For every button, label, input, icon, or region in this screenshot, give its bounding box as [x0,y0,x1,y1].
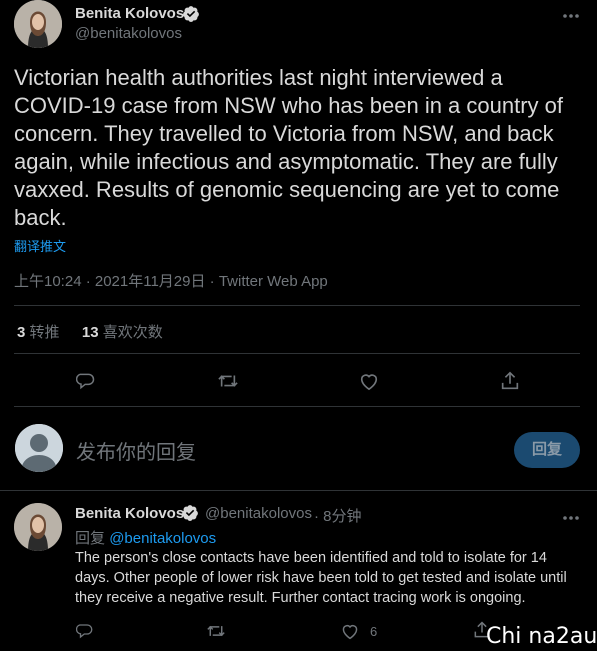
more-icon[interactable] [562,510,580,521]
heart-icon[interactable] [358,371,380,391]
retweets-count: 3 [17,324,26,341]
reply-icon[interactable] [76,622,94,640]
likes-stat[interactable]: 13 喜欢次数 [82,324,163,341]
share-icon[interactable] [499,370,521,392]
reply-author-handle[interactable]: @benitakolovos [205,505,312,522]
replying-to: 回复 @benitakolovos [75,527,216,548]
translate-tweet-link[interactable]: 翻译推文 [14,236,66,255]
reply-time[interactable]: · 8分钟 [314,505,362,526]
tweet-stats: 3 转推 13 喜欢次数 [17,321,163,342]
divider [14,305,580,306]
verified-badge-icon [182,5,200,23]
reply-author-name[interactable]: Benita Kolovos [75,505,184,522]
tweet-text: Victorian health authorities last night … [14,65,564,230]
author-handle[interactable]: @benitakolovos [75,25,182,42]
divider [14,353,580,354]
tweet-timestamp[interactable]: 上午10:24 · 2021年11月29日 · Twitter Web App [14,270,328,291]
reply-like-count: 6 [370,624,378,639]
retweet-icon[interactable] [206,622,226,640]
divider [0,490,597,491]
reply-button[interactable]: 回复 [514,432,580,468]
more-icon[interactable] [562,8,580,19]
reply-icon[interactable] [76,371,96,391]
replying-to-label: 回复 [75,530,106,547]
verified-badge-icon [181,504,199,522]
retweet-icon[interactable] [217,371,239,391]
reply-author-avatar[interactable] [14,503,62,551]
retweets-stat[interactable]: 3 转推 [17,324,64,341]
divider [14,406,580,407]
reply-text: The person's close contacts have been id… [75,550,567,606]
heart-icon[interactable] [340,622,360,640]
likes-label: 喜欢次数 [102,324,163,341]
author-avatar[interactable] [14,0,62,48]
author-name[interactable]: Benita Kolovos [75,5,184,22]
user-avatar[interactable] [15,424,63,472]
watermark: Chi na2au [486,624,597,649]
reply-input[interactable]: 发布你的回复 [76,436,196,465]
replying-to-handle-link[interactable]: @benitakolovos [109,530,216,547]
likes-count: 13 [81,324,99,341]
retweets-label: 转推 [29,324,60,341]
